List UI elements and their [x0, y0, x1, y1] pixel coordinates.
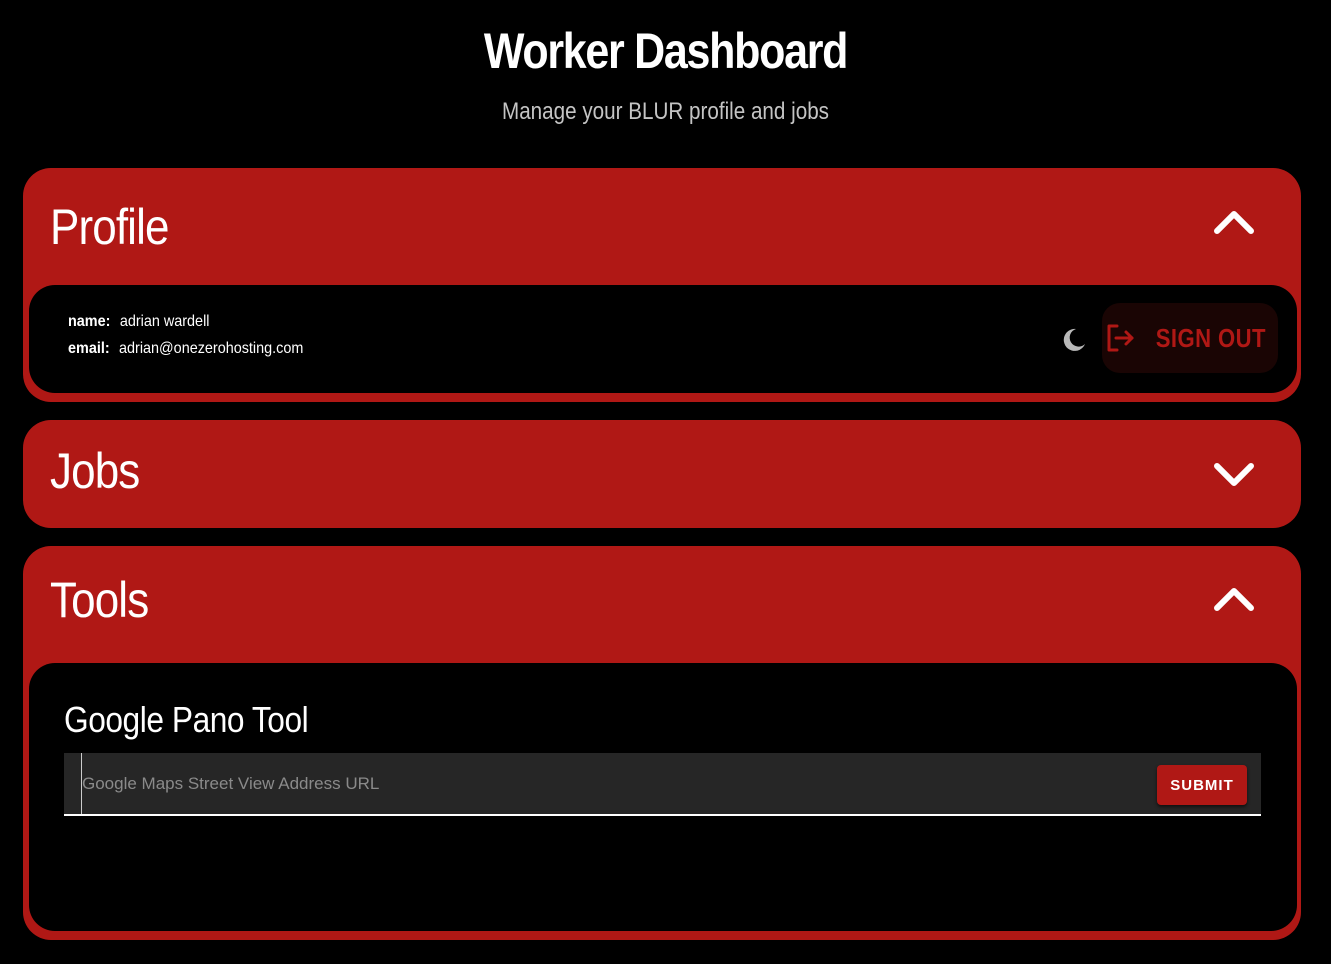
tools-panel-title[interactable]: Tools [50, 571, 149, 629]
moon-icon[interactable] [1059, 325, 1089, 355]
name-label: name: [68, 313, 111, 330]
logout-icon [1107, 324, 1134, 352]
tools-panel-body: Google Pano Tool SUBMIT [29, 663, 1297, 931]
google-pano-tool-title: Google Pano Tool [64, 699, 309, 740]
email-label: email: [68, 340, 110, 357]
profile-panel-body: name: adrian wardell email: adrian@oneze… [29, 285, 1297, 393]
email-value: adrian@onezerohosting.com [119, 340, 304, 357]
submit-button[interactable]: SUBMIT [1157, 765, 1247, 805]
profile-panel: Profile name: adrian wardell email: adri… [23, 168, 1301, 402]
jobs-panel-title[interactable]: Jobs [50, 442, 140, 500]
profile-email-row: email: adrian@onezerohosting.com [68, 340, 303, 358]
sign-out-button[interactable]: SIGN OUT [1102, 303, 1278, 373]
name-value: adrian wardell [119, 313, 210, 330]
chevron-up-icon[interactable] [1209, 575, 1259, 625]
profile-name-row: name: adrian wardell [68, 313, 209, 331]
street-view-url-field: SUBMIT [64, 753, 1261, 816]
chevron-up-icon[interactable] [1209, 198, 1259, 248]
tools-panel: Tools Google Pano Tool SUBMIT [23, 546, 1301, 940]
street-view-url-input[interactable] [81, 753, 1131, 814]
sign-out-label: SIGN OUT [1155, 322, 1267, 353]
page-title: Worker Dashboard [483, 23, 849, 79]
chevron-down-icon[interactable] [1209, 449, 1259, 499]
jobs-panel: Jobs [23, 420, 1301, 528]
profile-panel-title[interactable]: Profile [50, 198, 169, 256]
page-subtitle: Manage your BLUR profile and jobs [502, 98, 829, 125]
